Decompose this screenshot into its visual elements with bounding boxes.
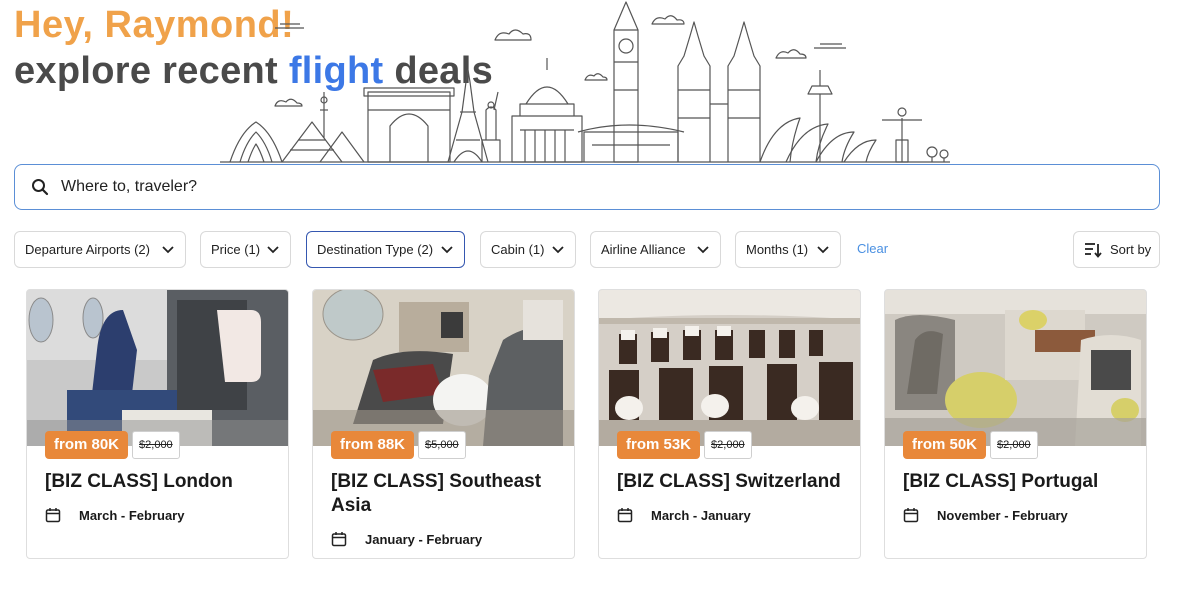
deal-card-switzerland[interactable]: from 53K $2,000 [BIZ CLASS] Switzerland … [598, 289, 861, 559]
clear-filters-link[interactable]: Clear [857, 241, 888, 256]
city-skyline-illustration [220, 1, 950, 163]
hero-banner: Hey, Raymond! explore recent flight deal… [0, 0, 1200, 165]
filter-label: Airline Alliance [601, 242, 686, 257]
price-row: from 50K $2,000 [903, 431, 1038, 459]
cabin-photo [313, 290, 574, 446]
search-icon [29, 176, 51, 198]
sort-by-button[interactable]: Sort by [1073, 231, 1160, 268]
chevron-down-icon [816, 243, 830, 257]
chevron-down-icon [696, 243, 710, 257]
chevron-down-icon [440, 243, 454, 257]
price-row: from 88K $5,000 [331, 431, 466, 459]
filter-label: Cabin (1) [491, 242, 545, 257]
sort-label: Sort by [1110, 242, 1152, 257]
filter-price[interactable]: Price (1) [200, 231, 291, 268]
travel-dates: January - February [331, 530, 482, 548]
deal-card-portugal[interactable]: from 50K $2,000 [BIZ CLASS] Portugal Nov… [884, 289, 1147, 559]
filter-label: Departure Airports (2) [25, 242, 150, 257]
price-badge: from 88K [331, 431, 415, 459]
filter-bar: Departure Airports (2) Price (1) Destina… [14, 231, 1160, 269]
deal-card-london[interactable]: from 80K $2,000 [BIZ CLASS] London March… [26, 289, 289, 559]
chevron-down-icon [266, 243, 280, 257]
dates-text: January - February [365, 531, 483, 547]
deal-title: [BIZ CLASS] Portugal [903, 471, 1099, 492]
deal-title: [BIZ CLASS] Southeast Asia [331, 471, 542, 516]
calendar-icon [45, 506, 63, 524]
filter-cabin[interactable]: Cabin (1) [480, 231, 576, 268]
filter-airline-alliance[interactable]: Airline Alliance [590, 231, 721, 268]
travel-dates: November - February [903, 506, 1068, 524]
original-price: $2,000 [990, 431, 1038, 459]
cabin-photo [885, 290, 1146, 446]
price-badge: from 80K [45, 431, 129, 459]
calendar-icon [903, 506, 921, 524]
travel-dates: March - February [45, 506, 184, 524]
calendar-icon [331, 530, 349, 548]
filter-label: Price (1) [211, 242, 261, 257]
calendar-icon [617, 506, 635, 524]
filter-months[interactable]: Months (1) [735, 231, 841, 268]
dates-text: March - February [79, 507, 185, 523]
filter-label: Months (1) [746, 242, 809, 257]
original-price: $5,000 [418, 431, 466, 459]
price-badge: from 50K [903, 431, 987, 459]
destination-search-bar[interactable] [14, 164, 1160, 210]
cabin-photo [599, 290, 860, 446]
original-price: $2,000 [704, 431, 752, 459]
dates-text: November - February [937, 507, 1068, 523]
search-input[interactable] [61, 178, 961, 196]
price-row: from 80K $2,000 [45, 431, 180, 459]
travel-dates: March - January [617, 506, 751, 524]
deal-title: [BIZ CLASS] London [45, 471, 233, 492]
price-row: from 53K $2,000 [617, 431, 752, 459]
price-badge: from 53K [617, 431, 701, 459]
sort-icon [1084, 241, 1102, 259]
filter-destination-type[interactable]: Destination Type (2) [306, 231, 465, 268]
chevron-down-icon [161, 243, 175, 257]
chevron-down-icon [551, 243, 565, 257]
filter-label: Destination Type (2) [317, 242, 434, 257]
original-price: $2,000 [132, 431, 180, 459]
dates-text: March - January [651, 507, 751, 523]
deal-title: [BIZ CLASS] Switzerland [617, 471, 841, 492]
filter-departure-airports[interactable]: Departure Airports (2) [14, 231, 186, 268]
cabin-photo [27, 290, 288, 446]
deal-card-southeast-asia[interactable]: from 88K $5,000 [BIZ CLASS] Southeast As… [312, 289, 575, 559]
